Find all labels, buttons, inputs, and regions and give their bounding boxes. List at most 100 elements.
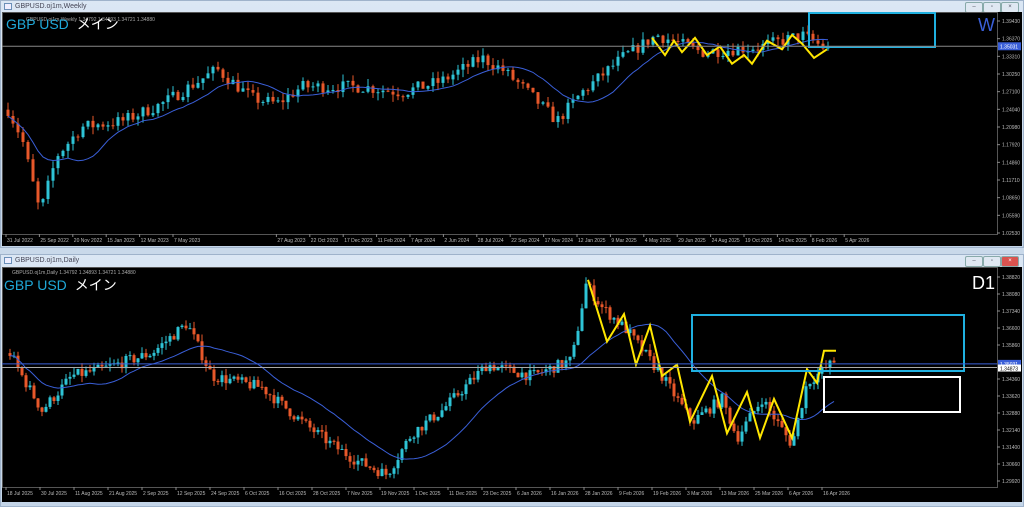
candle (96, 364, 100, 368)
candle (324, 431, 328, 444)
candle (691, 43, 695, 46)
candle (292, 416, 296, 420)
candle (286, 94, 290, 103)
candle (136, 116, 140, 120)
candle (521, 82, 525, 84)
time-tick-label: 7 Apr 2024 (411, 238, 435, 244)
restore-button[interactable]: ▫ (983, 256, 1001, 267)
candle (401, 96, 405, 98)
zigzag-line (587, 279, 836, 442)
time-tick-label: 6 Jan 2026 (517, 491, 542, 497)
time-tick-label: 28 Oct 2025 (313, 491, 340, 497)
candle (256, 379, 260, 387)
candle (832, 360, 836, 363)
time-tick-label: 2 Sep 2025 (143, 491, 169, 497)
candle (576, 330, 580, 345)
candle (764, 401, 768, 405)
candle (352, 461, 356, 465)
candle (280, 396, 284, 401)
candle (316, 83, 320, 87)
chart-window-icon (4, 257, 12, 264)
candle (180, 325, 184, 328)
candle (186, 84, 190, 98)
price-tick-label: 1.31400 (1002, 445, 1020, 451)
candle (720, 393, 724, 408)
time-tick-label: 3 Mar 2026 (687, 491, 713, 497)
candle (372, 467, 376, 471)
candle (528, 370, 532, 381)
candle (311, 86, 315, 88)
moving-average-line (9, 323, 835, 460)
time-tick-label: 8 Feb 2026 (812, 238, 838, 244)
candle (31, 159, 35, 182)
weekly-chart[interactable]: 1.39430 1.36370 1.33310 1.30250 1.27100 1.240… (2, 12, 1022, 246)
candle (216, 380, 220, 383)
candle (96, 124, 100, 128)
candle (241, 88, 245, 92)
candle (251, 90, 255, 93)
price-tick-label: 1.33620 (1002, 394, 1020, 400)
candle (468, 377, 472, 385)
candle (466, 63, 470, 67)
candle (236, 376, 240, 380)
candle (144, 353, 148, 358)
candle (371, 86, 375, 93)
candle (386, 90, 390, 92)
bid-price-label: 1.34873 (1000, 367, 1018, 373)
candle (444, 406, 448, 411)
time-tick-label: 25 Sep 2022 (40, 238, 69, 244)
candle (368, 466, 372, 468)
candle (601, 73, 605, 76)
candle (621, 52, 625, 57)
price-tick-label: 1.37340 (1002, 309, 1020, 315)
price-tick-label: 1.30250 (1002, 72, 1020, 78)
candle (584, 283, 588, 309)
time-tick-label: 16 Oct 2025 (279, 491, 306, 497)
candle (712, 399, 716, 414)
candle (744, 421, 748, 432)
candle (321, 83, 325, 93)
candle (364, 458, 368, 467)
candle (16, 355, 20, 368)
candle (716, 49, 720, 57)
time-tick-label: 22 Sep 2024 (511, 238, 540, 244)
candle (656, 367, 660, 370)
candle (266, 96, 270, 102)
candle (636, 335, 640, 341)
candle (756, 49, 760, 51)
candle (556, 360, 560, 373)
candle (526, 83, 530, 88)
daily-chart[interactable]: 1.38820 1.38080 1.37340 1.36600 1.35860 1.343… (2, 267, 1022, 502)
close-button[interactable]: × (1001, 256, 1019, 267)
candle (616, 56, 620, 66)
candle (106, 125, 110, 127)
candle (748, 413, 752, 422)
candle (68, 376, 72, 379)
candle (736, 46, 740, 56)
candle (381, 90, 385, 93)
candle (700, 412, 704, 415)
candle (708, 408, 712, 414)
candle (232, 376, 236, 379)
candle (451, 74, 455, 80)
time-tick-label: 21 Aug 2025 (109, 491, 137, 497)
candle (800, 408, 804, 419)
candle (141, 107, 145, 117)
minimize-button[interactable]: – (965, 256, 983, 267)
candle (46, 180, 50, 200)
candle (504, 365, 508, 367)
candle (184, 325, 188, 329)
candle (72, 374, 76, 377)
candle (301, 81, 305, 90)
candle (620, 321, 624, 325)
candle (666, 39, 670, 44)
candle (48, 397, 52, 407)
candle (416, 81, 420, 88)
candle (164, 341, 168, 344)
candle (632, 329, 636, 336)
candle (300, 416, 304, 420)
candle (332, 440, 336, 442)
candle (816, 40, 820, 44)
candle (432, 414, 436, 421)
candle (108, 364, 112, 366)
